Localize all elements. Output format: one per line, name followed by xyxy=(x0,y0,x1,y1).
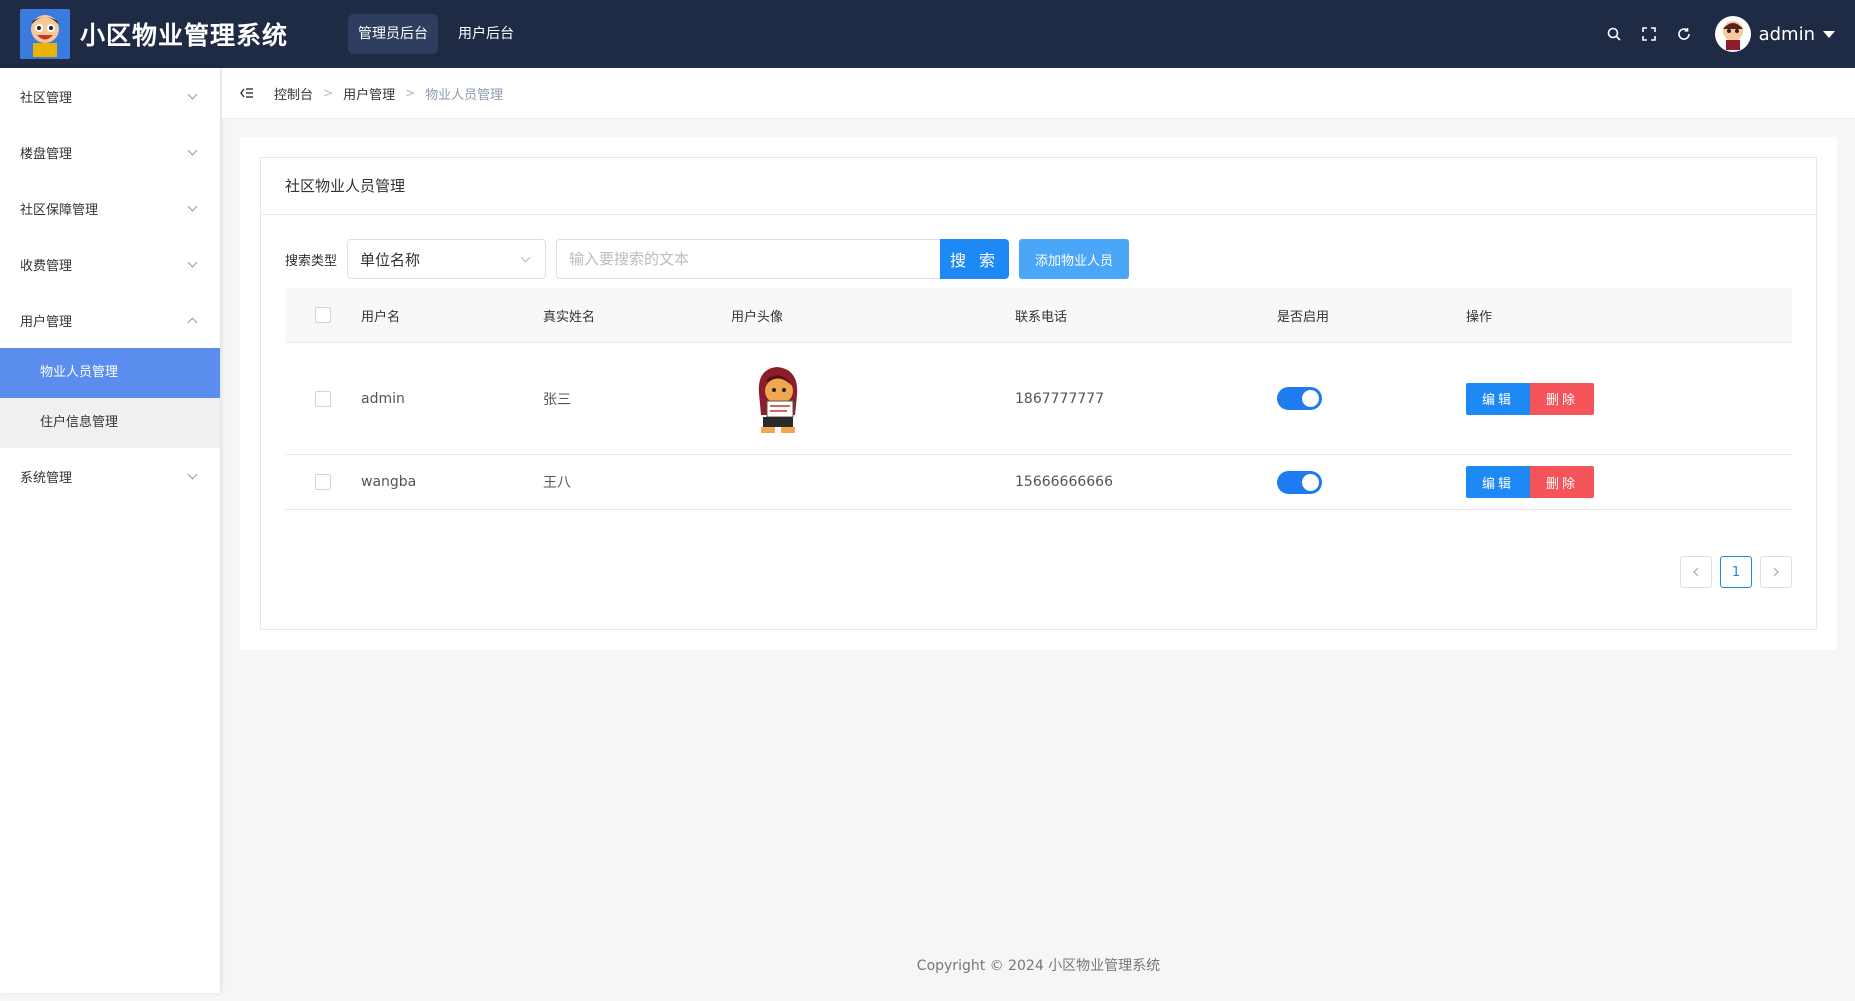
page-number-button[interactable]: 1 xyxy=(1720,556,1752,588)
staff-panel: 社区物业人员管理 搜索类型 单位名称 搜 索 添加物业人员 用户名 真实姓名 用… xyxy=(260,157,1817,630)
row-checkbox[interactable] xyxy=(315,474,331,490)
cell-real-name: 张三 xyxy=(543,391,571,408)
sidebar-item-charges[interactable]: 收费管理 xyxy=(0,236,220,292)
footer-copyright: Copyright © 2024 小区物业管理系统 xyxy=(916,958,1161,974)
enabled-toggle[interactable] xyxy=(1277,470,1322,494)
breadcrumb-dashboard[interactable]: 控制台 xyxy=(274,84,313,103)
breadcrumb-current: 物业人员管理 xyxy=(425,87,504,103)
staff-table: 用户名 真实姓名 用户头像 联系电话 是否启用 操作 admin 张三 1867… xyxy=(285,288,1792,510)
enabled-toggle[interactable] xyxy=(1277,387,1322,410)
select-all-checkbox[interactable] xyxy=(315,307,331,323)
collapse-sidebar-icon[interactable] xyxy=(240,85,256,101)
chevron-down-icon xyxy=(187,201,198,211)
sidebar-item-community-security[interactable]: 社区保障管理 xyxy=(0,180,220,236)
breadcrumb: 控制台 > 用户管理 > 物业人员管理 xyxy=(222,68,1855,119)
column-header: 用户头像 xyxy=(731,309,784,325)
delete-button[interactable]: 删除 xyxy=(1530,382,1595,415)
search-button[interactable]: 搜 索 xyxy=(940,239,1010,279)
add-staff-button[interactable]: 添加物业人员 xyxy=(1019,239,1130,279)
table-row: wangba 王八 15666666666 编辑 删除 xyxy=(285,455,1792,510)
cell-phone: 1867777777 xyxy=(1015,390,1105,407)
row-checkbox[interactable] xyxy=(315,390,331,407)
app-title: 小区物业管理系统 xyxy=(80,21,289,50)
cell-real-name: 王八 xyxy=(543,475,571,491)
search-type-select[interactable]: 单位名称 xyxy=(347,239,547,279)
breadcrumb-separator-icon: > xyxy=(323,86,334,100)
chevron-down-icon xyxy=(187,257,198,267)
sidebar-item-system[interactable]: 系统管理 xyxy=(0,448,220,504)
search-bar: 搜索类型 单位名称 搜 索 添加物业人员 xyxy=(285,239,1130,279)
username-label[interactable]: admin xyxy=(1759,24,1815,45)
top-tabs: 管理员后台 用户后台 xyxy=(348,14,534,54)
prev-page-button[interactable] xyxy=(1680,556,1712,588)
content-area: 社区物业人员管理 搜索类型 单位名称 搜 索 添加物业人员 用户名 真实姓名 用… xyxy=(240,137,1837,650)
delete-button[interactable]: 删除 xyxy=(1530,466,1595,498)
edit-button[interactable]: 编辑 xyxy=(1466,466,1531,498)
sidebar-item-label: 收费管理 xyxy=(20,258,73,274)
pagination: 1 xyxy=(1672,556,1792,588)
chevron-down-icon xyxy=(187,145,198,155)
fullscreen-icon[interactable] xyxy=(1640,25,1658,43)
sidebar-item-buildings[interactable]: 楼盘管理 xyxy=(0,124,220,180)
table-header: 用户名 真实姓名 用户头像 联系电话 是否启用 操作 xyxy=(285,288,1792,343)
user-avatar-image xyxy=(749,363,805,435)
tab-admin-backend[interactable]: 管理员后台 xyxy=(348,14,439,54)
sidebar-item-label: 楼盘管理 xyxy=(20,146,73,162)
column-header: 联系电话 xyxy=(1015,309,1068,325)
sidebar-item-label: 系统管理 xyxy=(20,470,73,486)
top-header: 小区物业管理系统 管理员后台 用户后台 admin xyxy=(0,0,1855,68)
breadcrumb-user-management[interactable]: 用户管理 xyxy=(343,84,395,103)
chevron-down-icon xyxy=(187,89,198,99)
refresh-icon[interactable] xyxy=(1675,25,1693,43)
search-type-label: 搜索类型 xyxy=(285,253,338,269)
search-input[interactable] xyxy=(556,239,941,279)
panel-title: 社区物业人员管理 xyxy=(261,158,1816,215)
column-header: 是否启用 xyxy=(1277,309,1330,325)
edit-button[interactable]: 编辑 xyxy=(1466,382,1531,415)
breadcrumb-separator-icon: > xyxy=(405,86,416,100)
user-avatar[interactable] xyxy=(1714,16,1751,52)
next-page-button[interactable] xyxy=(1760,556,1792,588)
sidebar-item-label: 社区保障管理 xyxy=(20,202,99,218)
cell-phone: 15666666666 xyxy=(1015,474,1113,490)
sidebar: 社区管理 楼盘管理 社区保障管理 收费管理 用户管理 物业人员管理 住户信息管理… xyxy=(0,68,220,993)
app-logo-icon xyxy=(20,9,70,59)
chevron-down-icon xyxy=(187,469,198,479)
chevron-down-icon xyxy=(520,252,531,262)
sidebar-subitem-property-staff[interactable]: 物业人员管理 xyxy=(0,348,220,398)
table-row: admin 张三 1867777777 编辑 删除 xyxy=(285,343,1792,455)
tab-user-backend[interactable]: 用户后台 xyxy=(448,14,524,54)
sidebar-subitem-residents[interactable]: 住户信息管理 xyxy=(0,398,220,448)
sidebar-item-community[interactable]: 社区管理 xyxy=(0,68,220,124)
sidebar-item-label: 用户管理 xyxy=(20,314,73,330)
sidebar-item-users[interactable]: 用户管理 xyxy=(0,292,220,348)
cell-username: wangba xyxy=(361,474,417,490)
search-icon[interactable] xyxy=(1605,25,1623,43)
chevron-up-icon xyxy=(187,317,198,327)
column-header: 真实姓名 xyxy=(543,309,596,325)
caret-down-icon[interactable] xyxy=(1823,30,1835,38)
cell-username: admin xyxy=(361,390,405,407)
search-type-value: 单位名称 xyxy=(360,250,421,269)
sidebar-item-label: 社区管理 xyxy=(20,90,73,106)
column-header: 操作 xyxy=(1466,309,1493,325)
column-header: 用户名 xyxy=(361,309,401,325)
header-tools: admin xyxy=(1588,0,1835,68)
